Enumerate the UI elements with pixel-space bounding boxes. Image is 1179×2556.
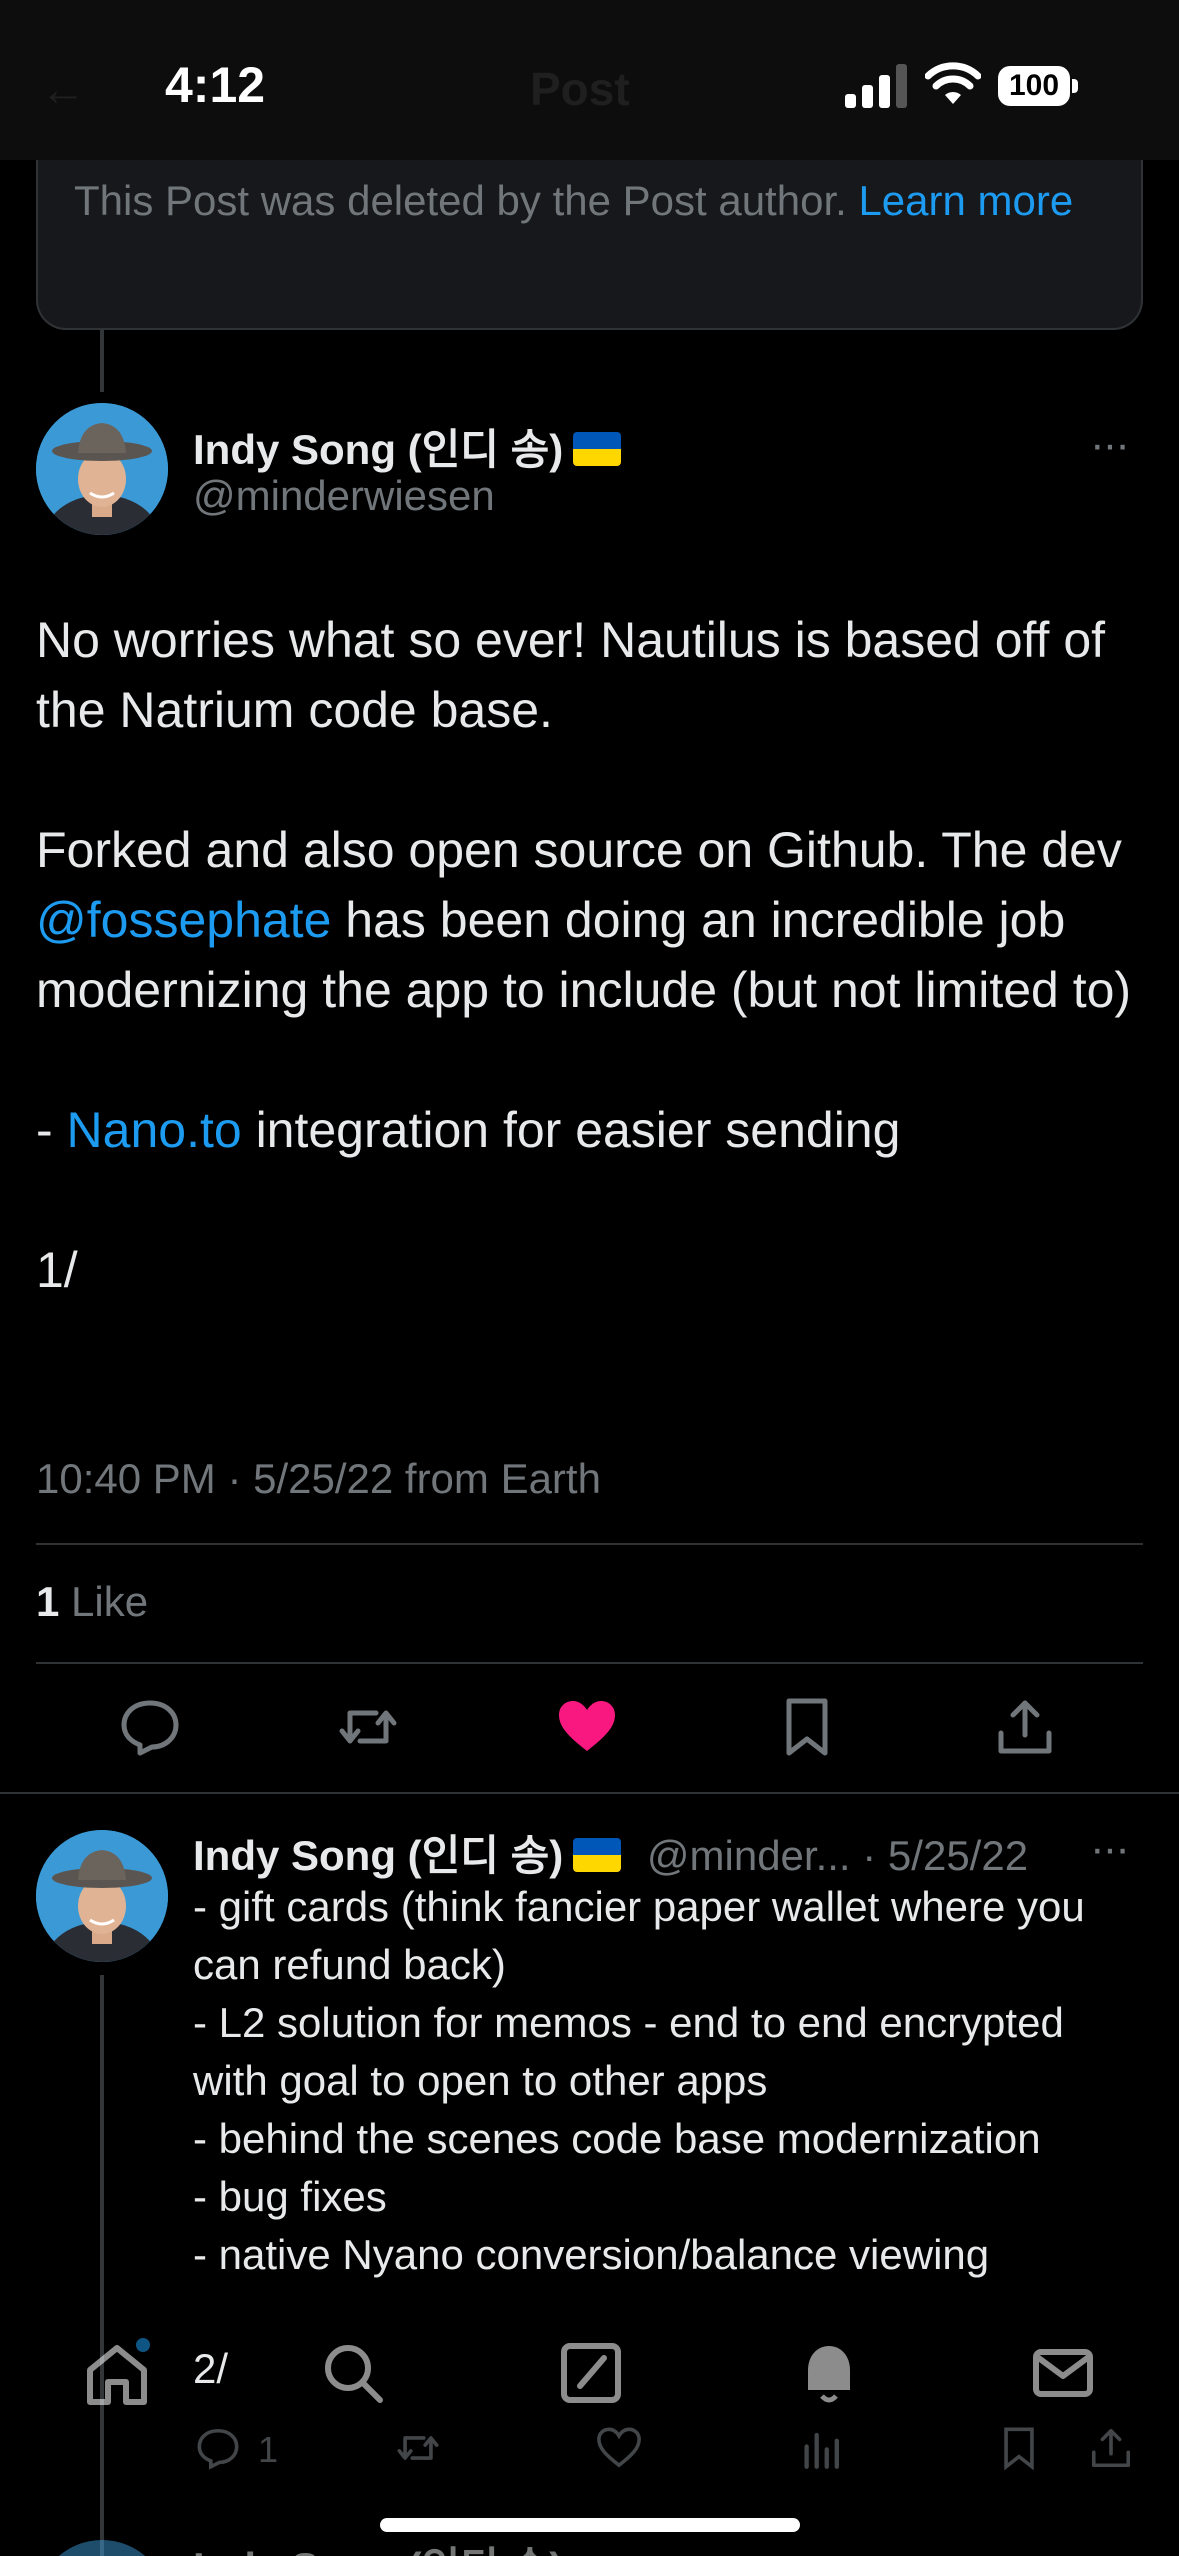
tweet-text-segment: Forked and also open source on Github. T…	[36, 822, 1122, 878]
author-name: Indy Song (인디 송)	[193, 1832, 564, 1879]
messages-icon[interactable]	[1030, 2340, 1096, 2406]
tweet-link[interactable]: @fossephate	[36, 892, 331, 948]
tweet-text-segment: No worries what so ever! Nautilus is bas…	[36, 612, 1106, 738]
page-title: Post	[530, 63, 630, 115]
bookmark-icon[interactable]	[996, 2425, 1042, 2471]
reply-line: - gift cards (think fancier paper wallet…	[193, 1883, 1085, 1988]
battery-icon: 100	[998, 66, 1078, 106]
battery-level: 100	[998, 66, 1070, 106]
next-author-name: Indy Song (인디 송)	[193, 2534, 563, 2556]
divider	[36, 1543, 1143, 1545]
reply-text: - gift cards (think fancier paper wallet…	[193, 1878, 1143, 2284]
ukraine-flag-icon	[573, 432, 622, 466]
tweet-timestamp: 10:40 PM · 5/25/22 from Earth	[36, 1455, 601, 1502]
tab-bar	[0, 2330, 1179, 2420]
reply-header[interactable]: Indy Song (인디 송) @minder... · 5/25/22	[193, 1822, 1028, 1883]
reply-line: - L2 solution for memos - end to end enc…	[193, 1999, 1064, 2104]
avatar[interactable]	[36, 403, 168, 535]
avatar[interactable]	[36, 1830, 168, 1962]
tweet-paragraph: - Nano.to integration for easier sending	[36, 1095, 1146, 1165]
reply-actions: 1	[0, 2425, 1179, 2475]
tweet-text-segment: integration for easier sending	[241, 1102, 901, 1158]
notifications-icon[interactable]	[796, 2340, 862, 2406]
share-icon[interactable]	[1088, 2425, 1134, 2471]
status-bar: ← Post 4:12 100	[0, 0, 1179, 160]
home-indicator	[380, 2518, 800, 2532]
retweet-icon[interactable]	[395, 2425, 441, 2471]
views-icon[interactable]	[798, 2425, 844, 2471]
cellular-signal-icon	[845, 64, 907, 108]
tweet-text-segment: 1/	[36, 1242, 78, 1298]
back-arrow-icon[interactable]: ←	[40, 62, 86, 116]
author-name[interactable]: Indy Song (인디 송)	[193, 416, 622, 477]
bookmark-icon[interactable]	[775, 1695, 839, 1759]
author-name-text: Indy Song (인디 송)	[193, 426, 564, 473]
divider	[0, 1792, 1179, 1794]
tweet-link[interactable]: Nano.to	[67, 1102, 242, 1158]
reply-count: 1	[258, 2429, 279, 2470]
more-options-icon[interactable]: ···	[1090, 420, 1130, 470]
compose-icon[interactable]	[558, 2340, 624, 2406]
share-icon[interactable]	[993, 1695, 1057, 1759]
learn-more-link[interactable]: Learn more	[858, 177, 1073, 224]
reply-icon[interactable]	[195, 2425, 241, 2471]
like-label: Like	[59, 1578, 149, 1625]
reply-line: - bug fixes	[193, 2173, 387, 2220]
status-time: 4:12	[165, 57, 266, 113]
heart-icon[interactable]	[555, 1695, 619, 1759]
deleted-post-notice: This Post was deleted by the Post author…	[36, 150, 1143, 330]
home-notification-dot	[136, 2338, 150, 2352]
divider	[36, 1662, 1143, 1664]
wifi-icon	[925, 62, 981, 104]
tweet-paragraph: 1/	[36, 1235, 1146, 1305]
like-count-number: 1	[36, 1578, 60, 1625]
thread-connector	[100, 330, 104, 392]
next-tweet-preview: Indy Song (인디 송)	[0, 2530, 1179, 2556]
likes-count[interactable]: 1 Like	[36, 1578, 148, 1626]
avatar	[36, 2540, 168, 2556]
ukraine-flag-icon	[573, 1838, 622, 1872]
heart-outline-icon[interactable]	[596, 2425, 642, 2471]
reply-line: - behind the scenes code base modernizat…	[193, 2115, 1041, 2162]
deleted-notice-text: This Post was deleted by the Post author…	[74, 177, 859, 224]
search-icon[interactable]	[320, 2340, 386, 2406]
reply-date: · 5/25/22	[850, 1832, 1029, 1879]
retweet-icon[interactable]	[336, 1695, 400, 1759]
author-handle: @minder...	[646, 1832, 851, 1879]
reply-line: - native Nyano conversion/balance viewin…	[193, 2231, 990, 2278]
more-options-icon[interactable]: ···	[1090, 1824, 1130, 1874]
tweet-paragraph: Forked and also open source on Github. T…	[36, 815, 1146, 1025]
reply-icon[interactable]	[118, 1695, 182, 1759]
author-handle[interactable]: @minderwiesen	[193, 472, 495, 520]
tweet-paragraph: No worries what so ever! Nautilus is bas…	[36, 605, 1146, 745]
tweet-text: No worries what so ever! Nautilus is bas…	[36, 605, 1146, 1305]
tweet-text-segment: -	[36, 1102, 67, 1158]
